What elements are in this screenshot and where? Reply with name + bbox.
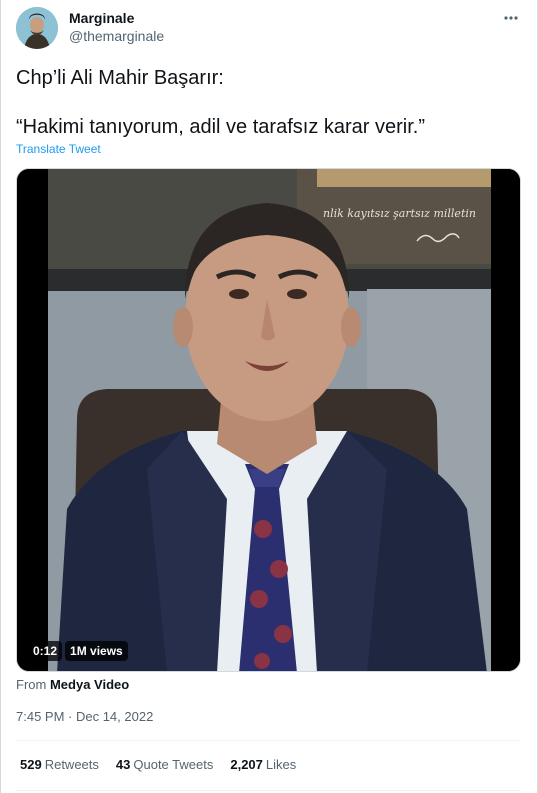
tweet-timestamp[interactable]: 7:45 PM · Dec 14, 2022: [16, 709, 153, 724]
quote-tweets-label: Quote Tweets: [133, 757, 214, 772]
tweet-header: Marginale @themarginale: [16, 7, 522, 51]
retweets-label: Retweets: [44, 757, 99, 772]
author-names: Marginale @themarginale: [69, 10, 164, 46]
retweets-count: 529: [20, 757, 42, 772]
frame-border-left: [0, 0, 1, 793]
source-prefix: From: [16, 677, 47, 692]
tweet-text: Chp’li Ali Mahir Başarır: “Hakimi tanıyo…: [16, 66, 516, 139]
author-display-name[interactable]: Marginale: [69, 10, 164, 27]
source-name-link[interactable]: Medya Video: [50, 677, 129, 692]
translate-tweet-link[interactable]: Translate Tweet: [16, 142, 101, 156]
tweet-stats: 529 Retweets 43 Quote Tweets 2,207 Likes: [20, 757, 296, 772]
video-player[interactable]: nlik kayıtsız şartsız milletin 0:12 1M v…: [16, 168, 521, 672]
background-writing: nlik kayıtsız şartsız milletin: [323, 207, 476, 220]
video-duration: 0:12: [28, 641, 63, 661]
avatar[interactable]: [16, 7, 58, 49]
likes-count: 2,207: [230, 757, 263, 772]
quote-tweets-count: 43: [115, 757, 131, 772]
video-badges: 0:12 1M views: [28, 641, 128, 661]
media-source: From Medya Video: [16, 677, 129, 692]
tweet-text-line-1: Chp’li Ali Mahir Başarır:: [16, 67, 224, 89]
more-horizontal-icon: [504, 16, 518, 20]
video-view-count: 1M views: [65, 641, 128, 661]
retweets-stat[interactable]: 529 Retweets: [20, 757, 99, 772]
author-handle[interactable]: @themarginale: [69, 27, 164, 46]
quote-tweets-stat[interactable]: 43 Quote Tweets: [116, 757, 213, 772]
tweet-text-line-2: “Hakimi tanıyorum, adil ve tarafsız kara…: [16, 116, 425, 138]
likes-stat[interactable]: 2,207 Likes: [230, 757, 296, 772]
likes-label: Likes: [265, 757, 297, 772]
more-options-button[interactable]: [500, 9, 522, 27]
divider: [16, 740, 521, 741]
divider-bottom: [16, 790, 521, 791]
video-frame: nlik kayıtsız şartsız milletin: [17, 169, 520, 671]
